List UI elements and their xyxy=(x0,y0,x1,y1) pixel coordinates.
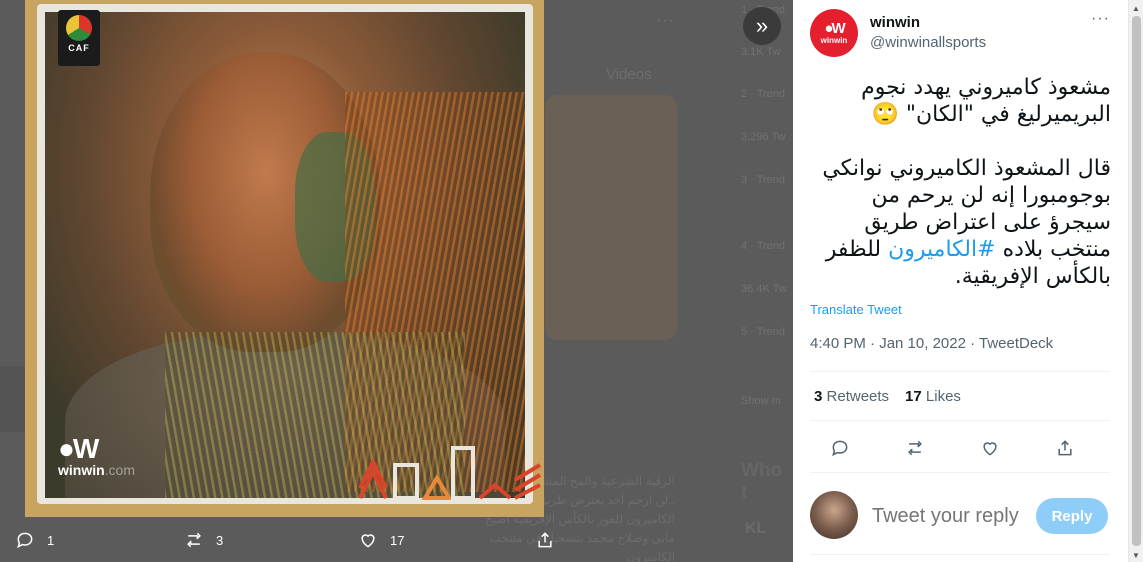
hashtag-link[interactable]: #الكاميرون xyxy=(888,237,995,262)
media-action-bar: 1 3 17 xyxy=(0,517,793,562)
more-horizontal-icon[interactable]: ··· xyxy=(1091,10,1110,28)
avatar-text: winwin xyxy=(820,35,848,45)
author-handle[interactable]: @winwinallsports xyxy=(870,34,986,51)
retweet-count: 3 xyxy=(814,388,823,405)
bg-trend-count: 3.1K Tw xyxy=(741,46,781,58)
divider xyxy=(810,472,1110,473)
share-icon xyxy=(1058,440,1072,456)
expand-panel-button[interactable]: » xyxy=(743,7,781,45)
media-share-button[interactable] xyxy=(535,530,555,550)
tweet-paragraph-1: مشعوذ كاميروني يهدد نجوم البريميرليغ في … xyxy=(861,75,1111,127)
tweet-media-image[interactable]: CAF ●W winwin.com xyxy=(25,0,544,517)
tweet-stats: 3 Retweets 17 Likes xyxy=(814,388,961,405)
retweet-icon xyxy=(908,440,922,456)
winwin-watermark: ●W winwin.com xyxy=(58,433,136,479)
retweet-button[interactable] xyxy=(901,434,929,462)
bg-trend-count: 36.4K Tw xyxy=(741,283,787,295)
bg-show-more: Show m xyxy=(741,395,781,407)
media-like-count: 17 xyxy=(390,532,405,548)
reply-icon xyxy=(832,440,848,457)
retweet-icon xyxy=(187,532,201,548)
media-retweet-button[interactable]: 3 xyxy=(184,530,223,550)
heart-icon xyxy=(361,534,375,548)
media-reply-button[interactable]: 1 xyxy=(15,530,54,550)
chevron-double-right-icon: » xyxy=(755,13,769,38)
bg-trend-item: 3 · Trend xyxy=(741,174,786,186)
divider xyxy=(810,554,1110,555)
scroll-down-arrow-icon[interactable]: ▼ xyxy=(1132,551,1140,560)
likes-stat[interactable]: 17 Likes xyxy=(905,388,961,405)
bg-videos-tab: Videos xyxy=(606,66,652,83)
media-like-button[interactable]: 17 xyxy=(358,530,404,550)
like-count: 17 xyxy=(905,388,922,405)
bg-more-icon: ··· xyxy=(656,12,675,29)
reply-input[interactable] xyxy=(872,505,1032,528)
user-avatar xyxy=(810,491,858,539)
like-button[interactable] xyxy=(976,434,1004,462)
media-retweet-count: 3 xyxy=(216,532,224,548)
winwin-brand-text: winwin xyxy=(58,462,105,478)
scroll-up-arrow-icon[interactable]: ▲ xyxy=(1132,4,1140,13)
tweet-action-bar xyxy=(810,434,1110,462)
scrollbar[interactable]: ▲ ▼ xyxy=(1128,0,1143,562)
like-label: Likes xyxy=(925,388,961,405)
author-avatar[interactable]: ●W winwin xyxy=(810,9,858,57)
bg-sidebar-highlight xyxy=(0,366,26,432)
tweet-text: مشعوذ كاميروني يهدد نجوم البريميرليغ في … xyxy=(809,74,1111,317)
caf-logo: CAF xyxy=(58,10,100,66)
reply-button[interactable] xyxy=(826,434,854,462)
bg-trend-item: 5 · Trend xyxy=(741,326,786,338)
winwin-logo-icon: ●W xyxy=(58,433,99,464)
tweet-timestamp[interactable]: 4:40 PM · Jan 10, 2022 · TweetDeck xyxy=(810,335,1053,352)
bg-trend-item: 4 · Trend xyxy=(741,240,786,252)
share-icon xyxy=(538,532,552,548)
share-button[interactable] xyxy=(1051,434,1079,462)
bg-who-to-follow: Who t xyxy=(741,460,783,503)
author-name[interactable]: winwin xyxy=(870,14,920,31)
bg-media-card xyxy=(545,95,677,340)
reply-icon xyxy=(17,532,33,549)
winwin-avatar-icon: ●W xyxy=(824,19,845,37)
caf-ball-icon xyxy=(66,15,92,41)
divider xyxy=(810,420,1110,421)
heart-icon xyxy=(983,442,997,456)
tweet-paragraph-2: قال المشعوذ الكاميروني نوانكي بوجومبورا … xyxy=(809,155,1111,290)
divider xyxy=(810,371,1110,372)
winwin-brand-suffix: .com xyxy=(104,462,136,478)
reply-submit-button[interactable]: Reply xyxy=(1036,498,1108,534)
tweet-detail-panel: ●W winwin winwin @winwinallsports ··· مش… xyxy=(793,0,1128,562)
retweets-stat[interactable]: 3 Retweets xyxy=(814,388,889,405)
photo xyxy=(45,12,525,498)
tribal-pattern-graphic xyxy=(358,446,542,500)
translate-tweet-link[interactable]: Translate Tweet xyxy=(810,302,902,317)
retweet-label: Retweets xyxy=(826,388,890,405)
scrollbar-thumb[interactable] xyxy=(1132,16,1141,546)
bg-trend-item: 2 · Trend xyxy=(741,88,786,100)
caf-logo-text: CAF xyxy=(68,43,90,53)
media-reply-count: 1 xyxy=(47,532,55,548)
bg-trend-count: 3,296 Tw xyxy=(741,131,786,143)
